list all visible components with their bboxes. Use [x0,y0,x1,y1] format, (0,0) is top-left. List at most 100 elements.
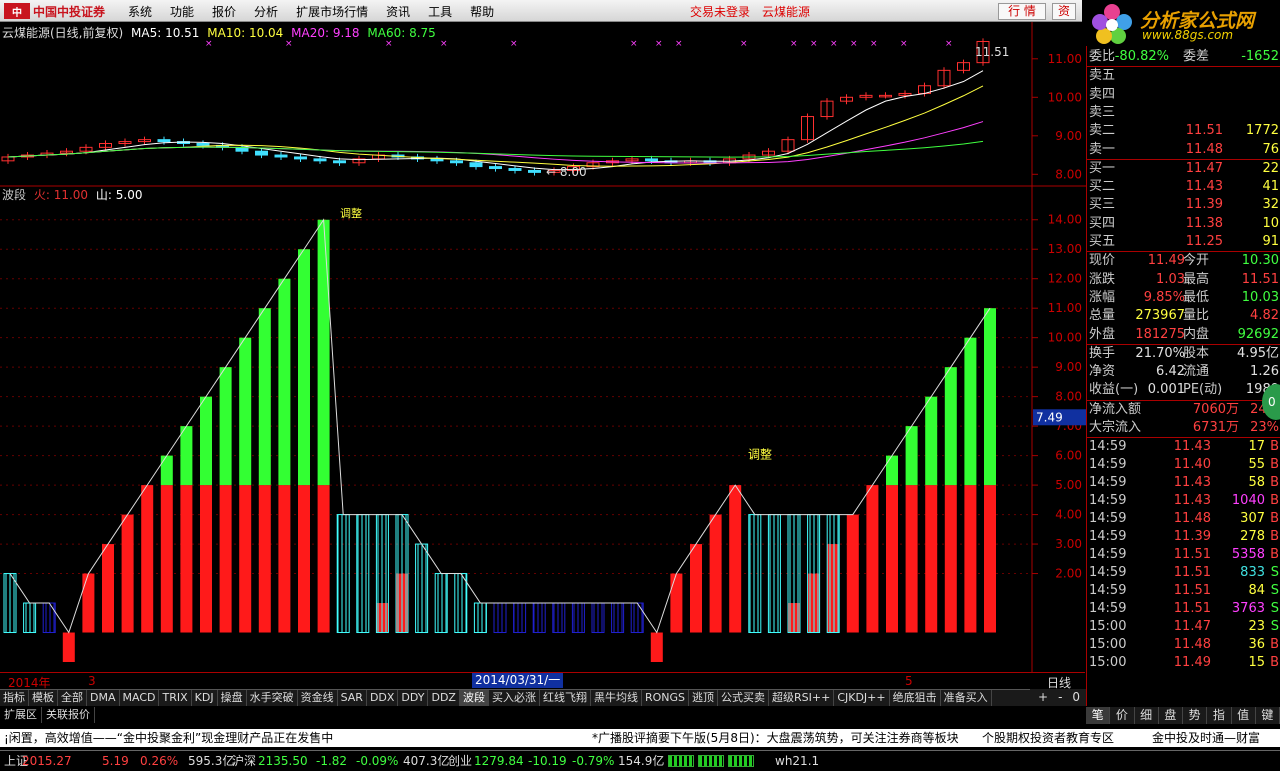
quote-button[interactable]: 行 情 [998,3,1046,20]
indicator-tab[interactable]: 黑牛均线 [591,690,642,706]
indicator-tab[interactable]: 模板 [29,690,58,706]
indicator-tab[interactable]: 红线飞翔 [540,690,591,706]
menu-right-link[interactable]: 云煤能源 [762,3,810,20]
tick-price: 11.49 [1173,655,1211,671]
annotation-mid: 调整 [748,447,772,462]
indicator-tab[interactable]: 水手突破 [247,690,298,706]
tick-price: 11.51 [1173,601,1211,617]
weibi-row: 委比 -80.82% 委差 -1652 [1087,48,1280,66]
date-month-3: 3 [88,674,96,688]
menu-right-link[interactable]: 交易未登录 [690,3,750,20]
panel-tab[interactable]: 价 [1110,707,1135,724]
tick-time: 14:59 [1089,601,1127,617]
brand-url: www.88gs.com [1142,28,1234,42]
indicator-tab[interactable]: 准备买入 [941,690,992,706]
indicator-tab[interactable]: 资金线 [298,690,338,706]
signal-icon [668,755,694,767]
signal-marker: × [440,39,448,49]
indicator-ytick-label: 13.00 [1048,242,1082,256]
indicator-tab[interactable]: DMA [87,690,120,706]
indicator-tab[interactable]: KDJ [192,690,218,706]
panel-tab[interactable]: 键 [1256,707,1280,724]
info-button[interactable]: 资 [1052,3,1076,20]
indicator-tab[interactable]: 逃顶 [689,690,719,706]
menu-item[interactable]: 分析 [254,3,278,20]
sell-row: 卖五 [1087,67,1280,85]
menu-item[interactable]: 功能 [170,3,194,20]
menu-item[interactable]: 系统 [128,3,152,20]
tab-control-button[interactable]: + [1038,689,1048,706]
row-value-2: 32 [1262,197,1279,213]
ticker-item[interactable]: *广播股评摘要下午版(5月8日)：大盘震荡筑势，可关注注券商等板块 [592,729,959,747]
candle-body [645,158,658,162]
indicator-tab[interactable]: MACD [120,690,160,706]
tick-price: 11.39 [1173,529,1211,545]
tab-control-button[interactable]: - [1058,689,1062,706]
logo-mark-icon: 中 [4,3,30,19]
indicator-tab[interactable]: SAR [338,690,367,706]
indicator-tab[interactable]: 买入必涨 [489,690,540,706]
panel-tab[interactable]: 值 [1232,707,1256,724]
news-ticker[interactable]: ¡闲置，高效增值——“金中投聚金利”现金理财产品正在发售中 *广播股评摘要下午版(… [0,729,1280,747]
tick-row: 15:00 11.49 15 B [1087,654,1280,672]
indicator-bar [375,514,389,634]
ticker-item[interactable]: ¡闲置，高效增值——“金中投聚金利”现金理财产品正在发售中 [4,729,333,747]
menu-item[interactable]: 资讯 [386,3,410,20]
indicator-tab[interactable]: CJKDJ++ [834,690,890,706]
row-value-2: 4.95亿 [1237,345,1279,361]
tick-price: 11.43 [1173,439,1211,455]
tick-time: 14:59 [1089,583,1127,599]
row-label: 大宗流入 [1089,420,1142,435]
signal-marker: × [655,39,663,49]
indicator-tab[interactable]: TRIX [159,690,192,706]
indicator-tab[interactable]: 指标 [0,690,29,706]
indicator-tab[interactable]: DDX [367,690,399,706]
tick-volume: 55 [1248,457,1265,473]
menu-item[interactable]: 工具 [428,3,452,20]
menu-item[interactable]: 报价 [212,3,236,20]
menu-item[interactable]: 帮助 [470,3,494,20]
tick-volume: 84 [1248,583,1265,599]
index-label: 沪深 [232,754,257,768]
chart-canvas[interactable]: 11.00 10.00 9.00 8.00 × × × × × × × × × × × × × × × × 11.51 ←… [0,22,1086,672]
indicator-tab[interactable]: DDY [398,690,429,706]
indicator-tab[interactable]: 操盘 [218,690,247,706]
candle-body [157,139,171,143]
indicator-tab[interactable]: 全部 [58,690,87,706]
row-value-2: 41 [1262,179,1279,195]
date-month-5: 5 [905,674,913,688]
ticker-item[interactable]: 金中投及时通—财富 [1152,729,1260,747]
indicator-tab[interactable]: RONGS [642,690,690,706]
indicator-bar [866,485,879,633]
panel-tab[interactable]: 笔 [1086,707,1111,724]
indicator-tab[interactable]: 超级RSI++ [769,690,835,706]
row-label: 涨幅 [1089,289,1116,305]
panel-tab[interactable]: 指 [1207,707,1232,724]
row-label: 现价 [1089,253,1116,269]
index-pct: -0.09% [356,754,399,768]
index-value: 2135.50 [258,754,308,768]
panel-tab[interactable]: 细 [1135,707,1159,724]
indicator-ytick-label: 11.00 [1048,301,1082,315]
extension-tab[interactable]: 扩展区 [0,707,42,723]
flow-row: 净流入额7060万24% [1087,401,1280,419]
extension-tab[interactable]: 关联报价 [42,707,95,723]
indicator-bar [336,514,350,634]
ticker-item[interactable]: 个股期权投资者教育专区 [982,729,1114,747]
indicator-tab[interactable]: 波段 [459,690,489,706]
indicator-bar [317,485,330,633]
row-label: 外盘 [1089,326,1116,342]
row-value: 0.001 [1147,382,1185,398]
indicator-tab[interactable]: DDZ [428,690,460,706]
tick-price: 11.47 [1173,619,1211,635]
row-value: 1.03 [1156,271,1185,287]
menu-item[interactable]: 扩展市场行情 [296,3,368,20]
indicator-tab[interactable]: 绝底狙击 [890,690,941,706]
indicator-tab[interactable]: 公式买卖 [718,690,770,706]
panel-tab[interactable]: 势 [1183,707,1208,724]
sell-row: 卖一 11.48 76 [1087,141,1280,159]
panel-tab[interactable]: 盘 [1159,707,1183,724]
signal-marker: × [205,39,213,49]
indicator-ytick-label: 5.00 [1055,478,1082,492]
tab-control-button[interactable]: 0 [1072,689,1080,706]
